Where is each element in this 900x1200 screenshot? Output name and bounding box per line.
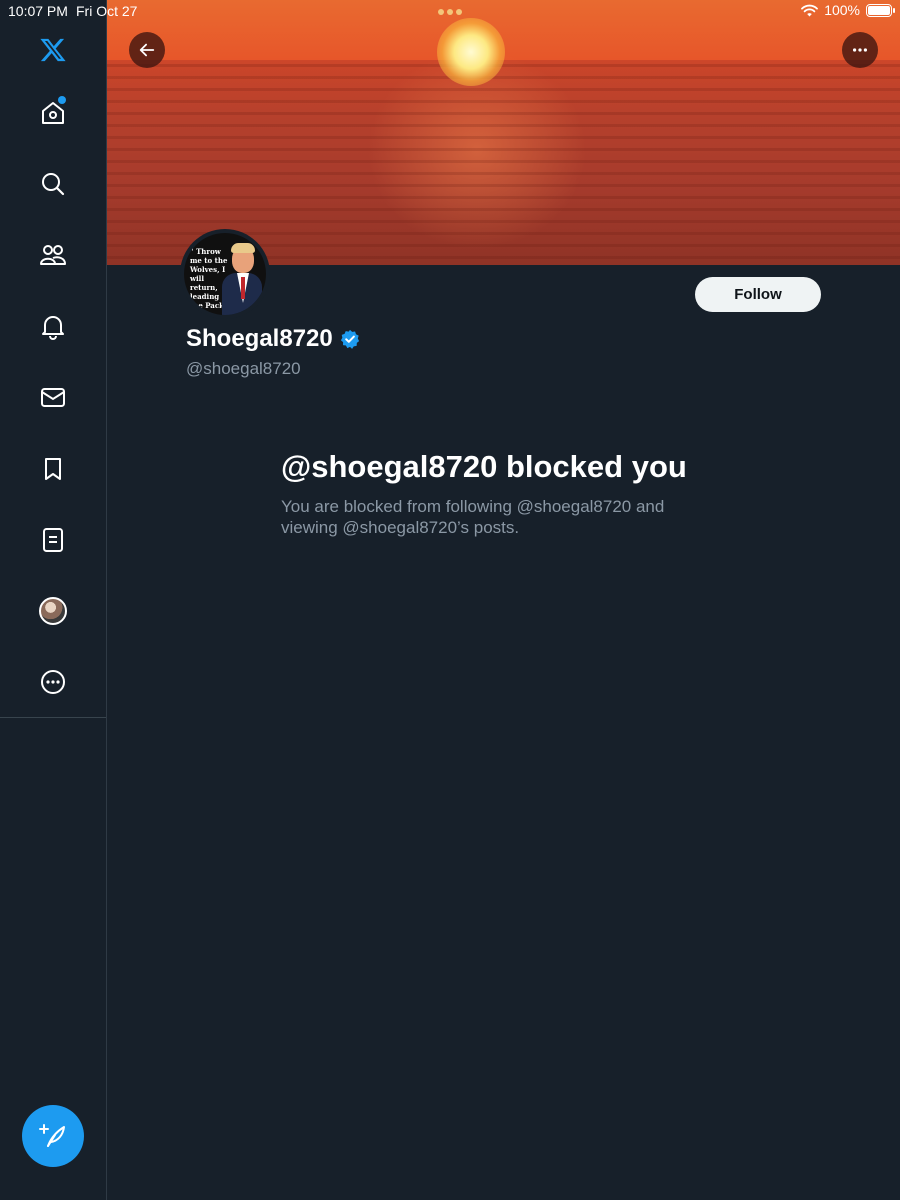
banner-sun	[437, 18, 505, 86]
bell-icon	[42, 316, 64, 340]
x-logo-svg	[40, 38, 66, 62]
display-name-row: Shoegal8720	[186, 325, 360, 353]
compose-button[interactable]	[22, 1105, 84, 1167]
more-circle-icon	[41, 670, 65, 694]
sidebar-item-home[interactable]	[0, 85, 106, 141]
battery-icon	[866, 3, 895, 17]
status-date: Fri Oct 27	[76, 3, 138, 19]
sidebar	[0, 0, 107, 1200]
blocked-title: @shoegal8720 blocked you	[281, 449, 687, 484]
battery-percent: 100%	[824, 2, 860, 18]
more-horizontal-icon	[852, 48, 868, 52]
wifi-icon	[801, 4, 819, 16]
compose-icon	[39, 1124, 65, 1147]
sidebar-divider	[0, 717, 106, 718]
status-time: 10:07 PM	[8, 3, 68, 19]
back-arrow-icon	[139, 43, 155, 57]
avatar	[39, 597, 67, 625]
bookmark-icon	[45, 458, 61, 480]
communities-icon	[40, 245, 66, 265]
blocked-description: You are blocked from following @shoegal8…	[281, 497, 665, 537]
profile-handle: @shoegal8720	[186, 359, 301, 378]
sidebar-item-bookmarks[interactable]	[0, 441, 106, 497]
sidebar-item-communities[interactable]	[0, 227, 106, 283]
sidebar-item-more[interactable]	[0, 654, 106, 710]
back-button[interactable]	[129, 32, 165, 68]
status-bar: 10:07 PM Fri Oct 27 100%	[0, 0, 900, 22]
profile-avatar-image: " Throw me to the Wolves, I will return,…	[184, 233, 266, 315]
sidebar-item-lists[interactable]	[0, 512, 106, 568]
profile-avatar[interactable]: " Throw me to the Wolves, I will return,…	[180, 229, 270, 319]
display-name: Shoegal8720	[186, 325, 333, 352]
home-notification-dot	[58, 96, 66, 104]
more-options-button[interactable]	[842, 32, 878, 68]
sidebar-item-messages[interactable]	[0, 369, 106, 425]
screen: 10:07 PM Fri Oct 27 100% " Throw me to t…	[0, 0, 900, 1200]
avatar-figure-tie	[241, 277, 245, 299]
avatar-figure-hair	[231, 243, 255, 253]
sidebar-item-search[interactable]	[0, 156, 106, 212]
x-logo-icon[interactable]	[0, 22, 106, 78]
status-right: 100%	[801, 2, 895, 18]
profile-banner	[107, 0, 900, 265]
sidebar-item-notifications[interactable]	[0, 298, 106, 354]
search-icon	[42, 173, 65, 196]
verified-badge-icon[interactable]	[340, 329, 360, 349]
follow-button[interactable]: Follow	[695, 277, 821, 312]
sidebar-item-profile[interactable]	[0, 583, 106, 639]
list-icon	[43, 528, 63, 552]
multitasking-dots-icon[interactable]	[438, 9, 462, 15]
mail-icon	[41, 388, 65, 407]
